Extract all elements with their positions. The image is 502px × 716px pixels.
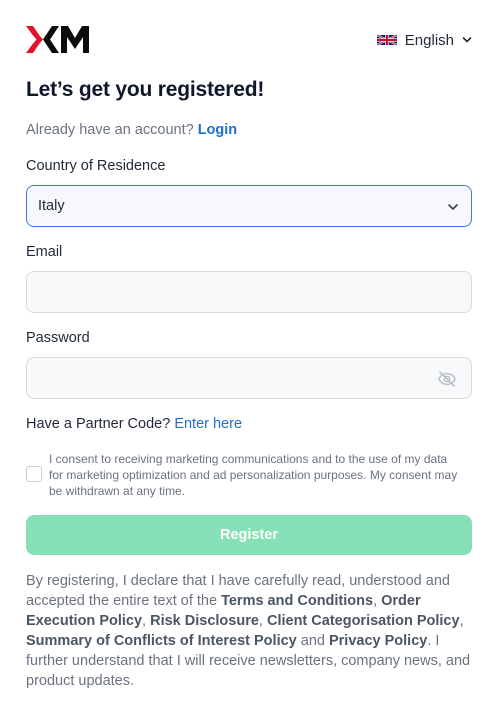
client-categorisation-link[interactable]: Client Categorisation Policy xyxy=(267,613,460,629)
login-link[interactable]: Login xyxy=(198,122,237,138)
legal-separator: and xyxy=(296,633,329,649)
country-label: Country of Residence xyxy=(26,158,166,174)
legal-separator: , xyxy=(459,613,464,629)
uk-flag-icon xyxy=(376,34,397,46)
chevron-down-icon xyxy=(448,204,458,210)
page-title: Let’s get you registered! xyxy=(26,78,265,101)
legal-separator: , xyxy=(373,593,382,609)
chevron-down-icon xyxy=(462,37,472,43)
country-select[interactable]: Italy xyxy=(26,185,472,227)
password-field[interactable] xyxy=(26,357,472,399)
privacy-policy-link[interactable]: Privacy Policy xyxy=(329,633,427,649)
registration-page: English Let’s get you registered! Alread… xyxy=(0,0,502,716)
partner-code-text: Have a Partner Code? xyxy=(26,416,171,432)
country-select-value: Italy xyxy=(38,198,65,214)
language-label: English xyxy=(404,31,454,49)
login-prompt: Already have an account? Login xyxy=(26,122,237,138)
email-field[interactable] xyxy=(26,271,472,313)
partner-code-line: Have a Partner Code? Enter here xyxy=(26,416,242,432)
legal-separator: , xyxy=(142,613,151,629)
consent-checkbox[interactable] xyxy=(26,466,42,482)
email-label: Email xyxy=(26,244,63,260)
partner-code-link[interactable]: Enter here xyxy=(174,416,242,432)
legal-notice: By registering, I declare that I have ca… xyxy=(26,571,472,691)
legal-separator: , xyxy=(258,613,267,629)
login-prompt-text: Already have an account? xyxy=(26,122,194,138)
language-selector[interactable]: English xyxy=(376,30,472,50)
risk-disclosure-link[interactable]: Risk Disclosure xyxy=(150,613,259,629)
header: English xyxy=(26,26,472,54)
register-button[interactable]: Register xyxy=(26,515,472,555)
consent-text: I consent to receiving marketing communi… xyxy=(49,452,458,498)
eye-off-icon[interactable] xyxy=(437,369,457,389)
xm-logo[interactable] xyxy=(26,26,92,53)
terms-link[interactable]: Terms and Conditions xyxy=(221,593,373,609)
conflicts-of-interest-link[interactable]: Summary of Conflicts of Interest Policy xyxy=(26,633,297,649)
password-label: Password xyxy=(26,330,90,346)
